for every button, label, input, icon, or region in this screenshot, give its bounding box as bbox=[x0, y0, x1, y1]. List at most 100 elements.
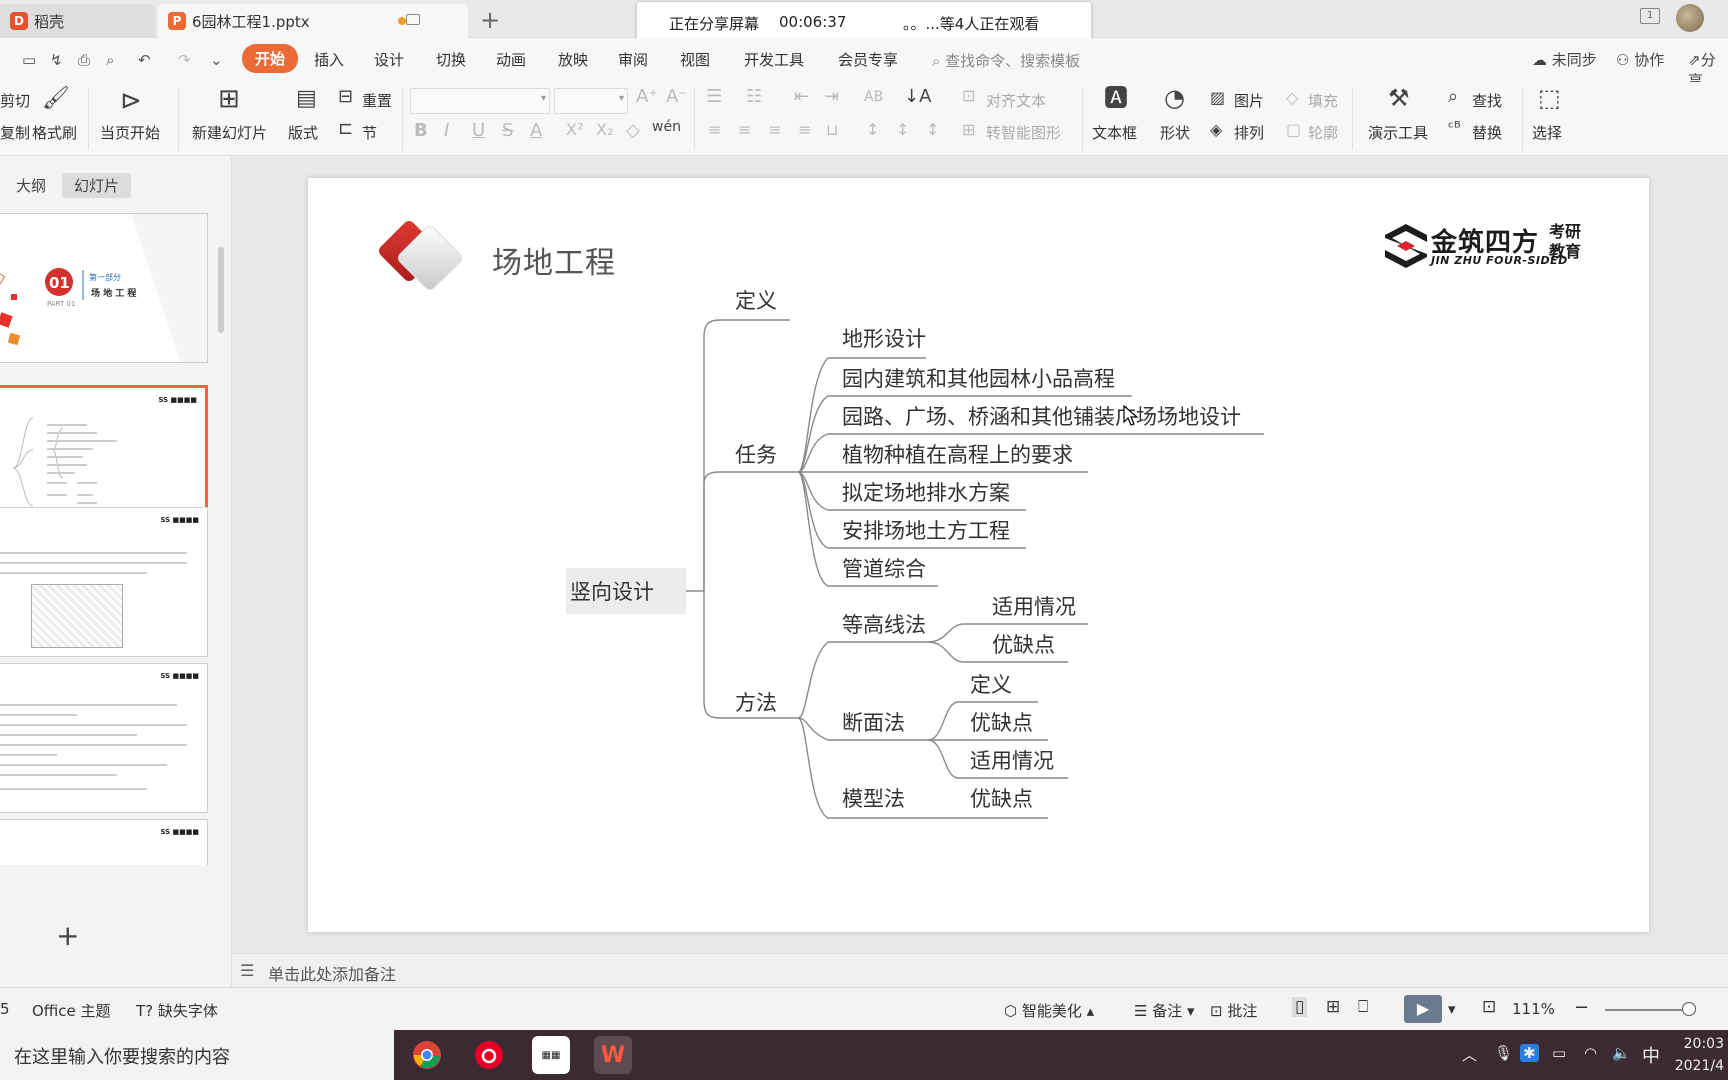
smart-beautify-button[interactable]: ⬡ 智能美化 ▴ bbox=[1004, 1000, 1094, 1021]
mindmap-section-item[interactable]: 定义 bbox=[970, 672, 1012, 698]
customize-toolbar-icon[interactable]: ⌄ bbox=[210, 51, 223, 69]
align-text-button[interactable]: 对齐文本 bbox=[986, 90, 1046, 111]
mindmap-task-item[interactable]: 拟定场地排水方案 bbox=[842, 480, 1010, 506]
reset-button[interactable]: 重置 bbox=[362, 90, 392, 111]
slide-thumbnail-1[interactable]: 01 PART 01 第一部分 场 地 工 程 bbox=[0, 213, 208, 363]
reset-icon[interactable]: ⊟ bbox=[338, 88, 353, 106]
font-size-select[interactable] bbox=[554, 88, 628, 114]
new-slide-icon[interactable]: ⊞ bbox=[218, 86, 240, 112]
slideshow-play-button[interactable]: ▶ bbox=[1404, 995, 1442, 1023]
zoom-out-icon[interactable]: − bbox=[1574, 997, 1589, 1018]
share-viewers[interactable]: 。。...等4人正在观看 bbox=[903, 13, 1039, 34]
menu-home[interactable]: 开始 bbox=[242, 44, 299, 73]
smart-shape-icon[interactable]: ⊞ bbox=[962, 122, 975, 138]
taskbar-search[interactable]: 在这里输入你要搜索的内容 bbox=[0, 1030, 394, 1080]
mindmap-method-contour[interactable]: 等高线法 bbox=[842, 612, 926, 638]
normal-view-icon[interactable]: ▯ bbox=[1292, 997, 1308, 1017]
find-button[interactable]: 查找 bbox=[1472, 90, 1502, 111]
mindmap-model-item[interactable]: 优缺点 bbox=[970, 786, 1033, 812]
slide-thumbnail-4[interactable]: SS ■■■■ bbox=[0, 663, 208, 813]
menu-membership[interactable]: 会员专享 bbox=[838, 49, 898, 70]
font-family-select[interactable] bbox=[410, 88, 550, 114]
replace-icon[interactable]: ᶜᴮ bbox=[1448, 120, 1461, 136]
menu-developer[interactable]: 开发工具 bbox=[744, 49, 804, 70]
outline-button[interactable]: 轮廓 bbox=[1308, 122, 1338, 143]
volume-icon[interactable]: 🔈 bbox=[1612, 1044, 1631, 1062]
mindmap-task-item[interactable]: 地形设计 bbox=[842, 326, 926, 352]
phonetic-guide-icon[interactable]: wén bbox=[652, 120, 681, 134]
reading-view-icon[interactable]: ⎕ bbox=[1358, 997, 1368, 1017]
undo-icon[interactable]: ↶ bbox=[138, 51, 151, 69]
wps-icon[interactable]: W bbox=[594, 1036, 632, 1074]
paragraph-spacing-icon[interactable]: ↕ bbox=[896, 122, 909, 138]
notes-toggle-button[interactable]: ☰ 备注 ▾ bbox=[1134, 1000, 1195, 1021]
smart-shape-button[interactable]: 转智能图形 bbox=[986, 122, 1061, 143]
layout-icon[interactable]: ▤ bbox=[296, 88, 317, 110]
text-direction-icon[interactable]: ↓A bbox=[904, 88, 931, 106]
align-center-icon[interactable]: ≡ bbox=[738, 122, 751, 138]
shape-button[interactable]: 形状 bbox=[1160, 122, 1190, 143]
find-icon[interactable]: ⌕ bbox=[1448, 88, 1458, 106]
format-painter-icon[interactable]: 🖌 bbox=[42, 88, 70, 110]
bluetooth-icon[interactable]: ✱ bbox=[1520, 1044, 1539, 1062]
tab-home[interactable]: D 稻壳 bbox=[0, 4, 155, 38]
mindmap-method-model[interactable]: 模型法 bbox=[842, 786, 905, 812]
mindmap-node-methods[interactable]: 方法 bbox=[735, 690, 777, 716]
comments-button[interactable]: ⊡ 批注 bbox=[1210, 1000, 1257, 1021]
textbox-icon[interactable]: 🅰 bbox=[1104, 86, 1128, 110]
play-current-button[interactable]: 当页开始 bbox=[100, 122, 160, 143]
missing-font[interactable]: T? 缺失字体 bbox=[136, 1000, 218, 1021]
superscript-icon[interactable]: X² bbox=[566, 122, 583, 138]
mindmap-task-item[interactable]: 园路、广场、桥涵和其他铺装广场场地设计 bbox=[842, 404, 1241, 430]
save-icon[interactable]: ▭ bbox=[22, 51, 36, 69]
mindmap-task-item[interactable]: 园内建筑和其他园林小品高程 bbox=[842, 366, 1115, 392]
select-icon[interactable]: ⬚ bbox=[1538, 86, 1561, 110]
microphone-icon[interactable]: 🎙 bbox=[1494, 1044, 1513, 1062]
tab-outline[interactable]: 大纲 bbox=[4, 173, 58, 198]
justify-icon[interactable]: ≡ bbox=[798, 122, 811, 138]
text-case-icon[interactable]: AB bbox=[864, 90, 883, 104]
bullets-icon[interactable]: ☰ bbox=[706, 88, 722, 106]
monitor-icon[interactable] bbox=[406, 14, 420, 25]
theme-name[interactable]: Office 主题 bbox=[32, 1000, 111, 1021]
new-slide-button[interactable]: 新建幻灯片 bbox=[192, 122, 267, 143]
shrink-font-icon[interactable]: A⁻ bbox=[666, 88, 688, 106]
mindmap-contour-item[interactable]: 优缺点 bbox=[992, 632, 1055, 658]
mindmap-method-section[interactable]: 断面法 bbox=[842, 710, 905, 736]
present-tools-icon[interactable]: ⚒ bbox=[1388, 86, 1410, 110]
slide-thumbnail-5[interactable]: SS ■■■■ bbox=[0, 819, 208, 865]
slide-thumbnail-3[interactable]: SS ■■■■ bbox=[0, 507, 208, 657]
menu-slideshow[interactable]: 放映 bbox=[558, 49, 588, 70]
align-left-icon[interactable]: ≡ bbox=[708, 122, 721, 138]
shape-icon[interactable]: ◔ bbox=[1164, 86, 1185, 110]
fill-icon[interactable]: ◇ bbox=[1286, 90, 1298, 106]
qr-app-icon[interactable]: ▦▦ bbox=[532, 1036, 570, 1074]
avatar[interactable] bbox=[1676, 4, 1704, 32]
system-clock[interactable]: 20:03 2021/4 bbox=[1675, 1033, 1724, 1077]
mindmap-node-tasks[interactable]: 任务 bbox=[735, 442, 777, 468]
fit-window-icon[interactable]: ⊡ bbox=[1482, 997, 1496, 1017]
mindmap-contour-item[interactable]: 适用情况 bbox=[992, 594, 1076, 620]
strikethrough-icon[interactable]: S bbox=[502, 122, 513, 140]
menu-design[interactable]: 设计 bbox=[374, 49, 404, 70]
netease-music-icon[interactable] bbox=[470, 1036, 508, 1074]
menu-insert[interactable]: 插入 bbox=[314, 49, 344, 70]
replace-button[interactable]: 替换 bbox=[1472, 122, 1502, 143]
align-text-icon[interactable]: ⊡ bbox=[962, 88, 975, 104]
tab-slides[interactable]: 幻灯片 bbox=[62, 173, 132, 198]
mindmap-task-item[interactable]: 植物种植在高程上的要求 bbox=[842, 442, 1073, 468]
tray-app-icon[interactable]: ▭ bbox=[1552, 1044, 1566, 1062]
new-tab-plus-icon[interactable]: + bbox=[480, 6, 500, 34]
textbox-button[interactable]: 文本框 bbox=[1092, 122, 1137, 143]
slide-canvas[interactable]: 场地工程 金筑四方 考研 教育 JIN ZHU FOUR-SIDED 竖向设计 … bbox=[308, 178, 1649, 932]
mindmap-section-item[interactable]: 优缺点 bbox=[970, 710, 1033, 736]
section-button[interactable]: 节 bbox=[362, 122, 377, 143]
font-color-icon[interactable]: A bbox=[530, 122, 542, 140]
notes-bar[interactable]: ☰ 单击此处添加备注 bbox=[232, 953, 1728, 987]
ime-indicator[interactable]: 中 bbox=[1642, 1042, 1660, 1068]
redo-icon[interactable]: ↷ bbox=[178, 51, 191, 69]
section-icon[interactable]: ⊏ bbox=[338, 120, 353, 138]
format-painter-button[interactable]: 格式刷 bbox=[32, 122, 77, 143]
fill-button[interactable]: 填充 bbox=[1308, 90, 1338, 111]
slide-sorter-icon[interactable]: ⊞ bbox=[1326, 997, 1340, 1017]
